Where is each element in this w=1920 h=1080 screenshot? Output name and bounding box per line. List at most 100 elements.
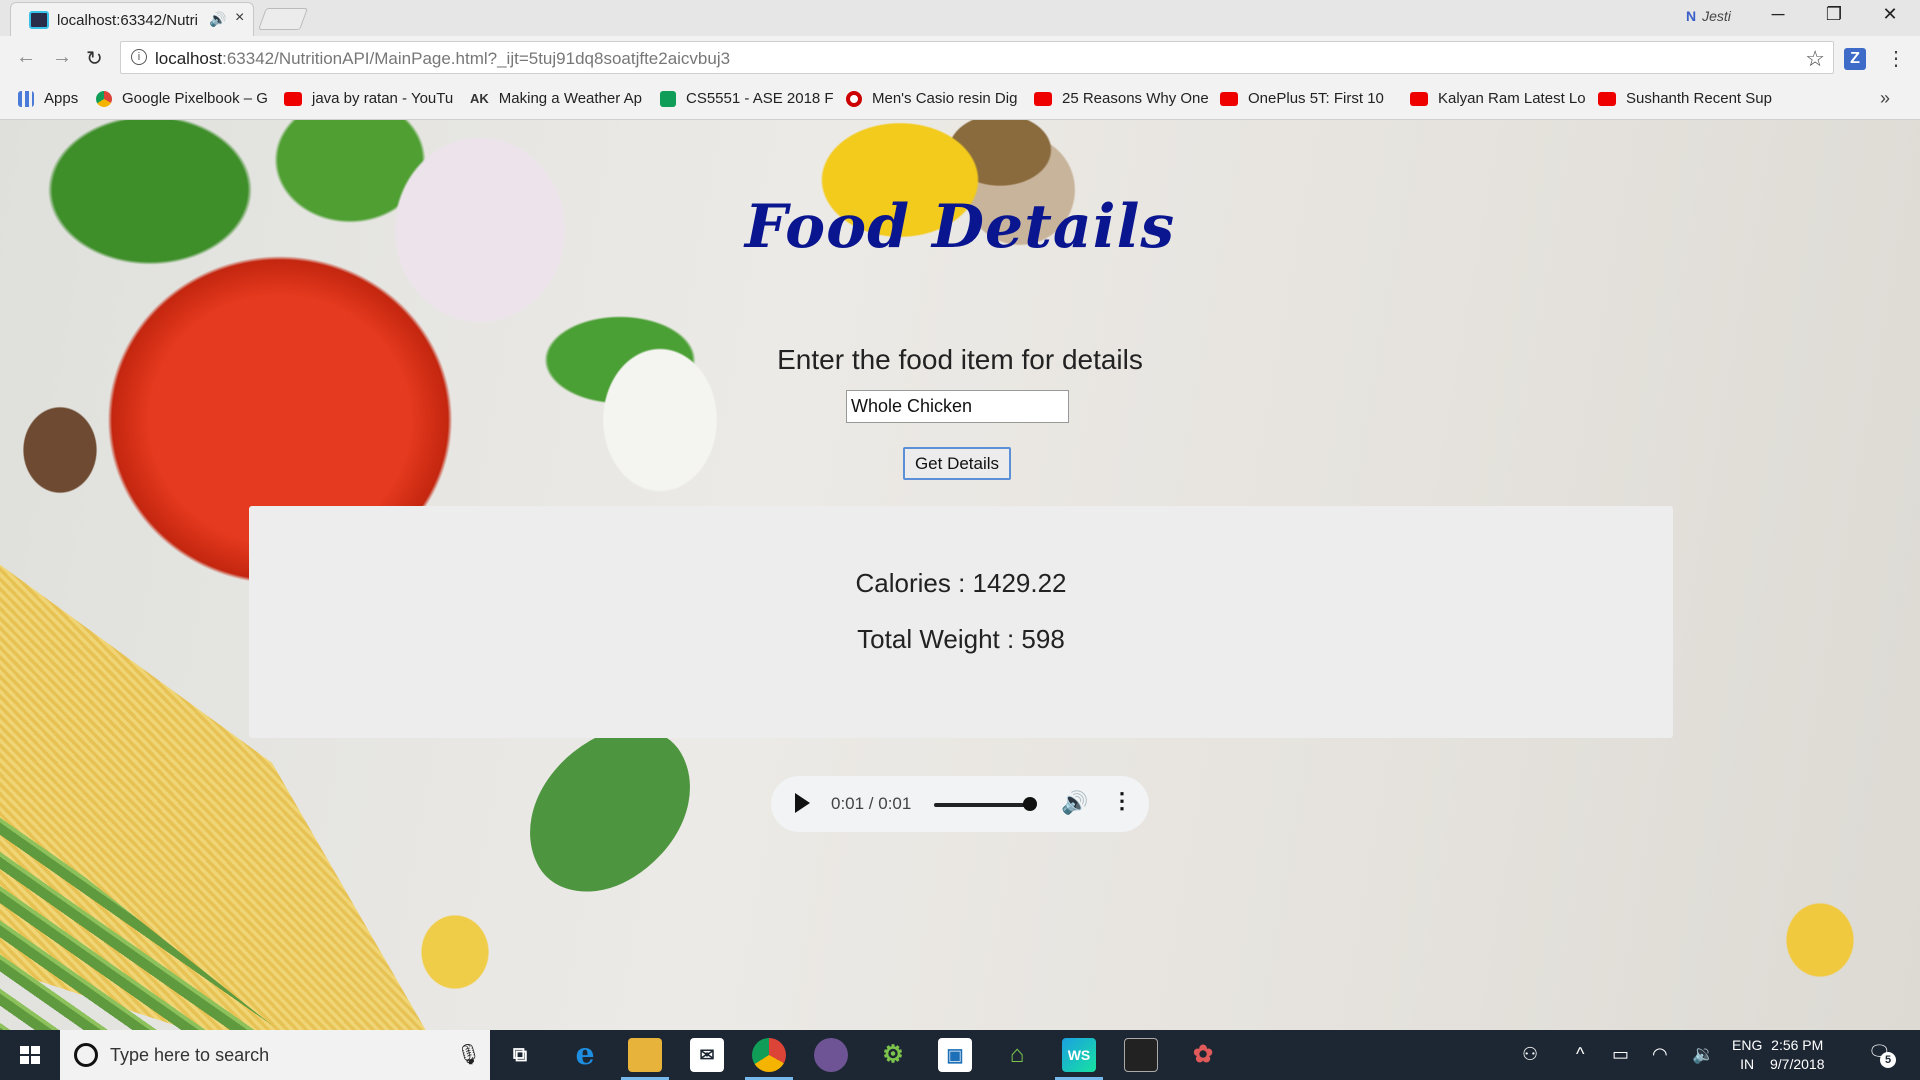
bookmark-item[interactable]: Kalyan Ram Latest Lo [1410,90,1586,107]
bookmark-label: Making a Weather Ap [498,90,642,107]
url-path: :63342/NutritionAPI/MainPage.html?_ijt=5… [222,49,731,68]
bookmark-label: Sushanth Recent Sup [1626,90,1772,107]
food-prompt-label: Enter the food item for details [777,344,1143,375]
windows-taskbar: Type here to search 🎙 ⧉ e ✉ ⚙ ▣ ⌂ WS ✿ ⚇… [0,1030,1920,1080]
volume-tray-icon[interactable]: 🔉 [1692,1044,1714,1065]
language-indicator[interactable]: ENG IN [1732,1036,1762,1074]
page-background: Food Details Enter the food item for det… [0,120,1920,1030]
clock-time: 2:56 PM [1771,1037,1824,1053]
close-window-button[interactable]: ✕ [1862,4,1918,25]
reload-icon[interactable]: ↻ [86,46,103,71]
clock-date: 9/7/2018 [1770,1056,1825,1072]
apps-grid-icon [18,90,34,107]
bookmark-item[interactable]: OnePlus 5T: First 10 [1220,90,1384,107]
url-host: localhost [155,49,223,68]
notification-count: 5 [1880,1052,1896,1068]
battery-icon[interactable]: ▭ [1612,1044,1629,1065]
bookmark-label: java by ratan - YouTu [312,90,454,107]
forward-arrow-icon[interactable]: → [52,46,72,69]
audio-progress-track[interactable] [934,803,1030,807]
webstorm-icon[interactable]: WS [1062,1038,1096,1072]
results-panel: Calories : 1429.22 Total Weight : 598 [249,506,1673,738]
bookmark-item[interactable]: Men's Casio resin Dig [846,90,1017,107]
audio-progress-thumb[interactable] [1023,797,1037,811]
profile-button[interactable]: N Jesti [1686,8,1731,24]
bookmark-label: Apps [44,90,79,107]
page-title: Food Details [744,192,1176,262]
maximize-button[interactable]: ❐ [1806,4,1862,25]
github-desktop-icon[interactable] [814,1038,848,1072]
extension-z-icon[interactable]: Z [1844,48,1866,70]
get-details-button[interactable]: Get Details [903,447,1011,480]
browser-titlebar: localhost:63342/Nutri 🔊 × N Jesti ─ ❐ ✕ [0,0,1920,36]
task-view-icon[interactable]: ⧉ [503,1038,537,1072]
play-icon[interactable] [795,793,810,813]
calories-text: Calories : 1429.22 [855,568,1067,598]
profile-name: Jesti [1702,8,1731,24]
minimize-button[interactable]: ─ [1750,4,1806,25]
android-studio-icon[interactable]: ⚙ [876,1038,910,1072]
target-icon [846,90,862,107]
audio-player: 0:01 / 0:01 🔊 ⋮ [771,776,1149,832]
more-options-icon[interactable]: ⋮ [1111,788,1133,814]
intellij-icon[interactable]: ▣ [938,1038,972,1072]
edge-icon[interactable]: e [568,1038,602,1072]
bookmark-item[interactable]: Google Pixelbook – G [96,90,268,107]
clock[interactable]: 2:56 PM 9/7/2018 [1770,1036,1825,1074]
chrome-taskbar-icon[interactable] [752,1038,786,1072]
terminal-icon[interactable] [1124,1038,1158,1072]
action-center-icon[interactable]: 🗨 5 [1868,1042,1896,1068]
bookmark-label: OnePlus 5T: First 10 [1248,90,1384,107]
bookmark-item[interactable]: AK Making a Weather Ap [470,90,642,107]
youtube-icon [1220,91,1238,106]
address-bar[interactable]: i localhost:63342/NutritionAPI/MainPage.… [120,41,1834,74]
mail-icon[interactable]: ✉ [690,1038,724,1072]
chrome-icon [96,90,112,107]
bookmarks-overflow-icon[interactable]: » [1880,88,1890,109]
wifi-icon[interactable]: ◠ [1652,1044,1668,1065]
bookmark-label: 25 Reasons Why One [1062,90,1209,107]
back-arrow-icon[interactable]: ← [16,46,36,69]
total-weight-text: Total Weight : 598 [857,624,1065,654]
browser-tab-active[interactable]: localhost:63342/Nutri 🔊 × [10,2,254,36]
sheets-icon [660,90,676,107]
bookmark-item[interactable]: java by ratan - YouTu [284,90,453,107]
bookmark-item[interactable]: Sushanth Recent Sup [1598,90,1772,107]
bookmark-label: Men's Casio resin Dig [872,90,1018,107]
bookmark-item[interactable]: CS5551 - ASE 2018 F [660,90,834,107]
lang-top: ENG [1732,1037,1763,1053]
lang-bottom: IN [1740,1056,1755,1072]
youtube-icon [284,91,302,106]
bookmark-item[interactable]: 25 Reasons Why One [1034,90,1209,107]
youtube-icon [1410,91,1428,106]
cortana-icon [74,1043,98,1067]
bookmark-apps[interactable]: Apps [18,90,78,107]
tab-close-icon[interactable]: × [235,9,244,27]
bookmark-label: Google Pixelbook – G [122,90,268,107]
search-placeholder: Type here to search [110,1045,270,1065]
volume-icon[interactable]: 🔊 [1061,790,1088,816]
audio-time: 0:01 / 0:01 [831,794,912,813]
chrome-menu-icon[interactable]: ⋮ [1886,46,1906,71]
new-tab-button[interactable] [257,8,309,30]
microphone-icon[interactable]: 🎙 [456,1042,481,1067]
windows-logo-icon [20,1046,40,1064]
android-device-icon[interactable]: ⌂ [1000,1038,1034,1072]
taskbar-search[interactable]: Type here to search 🎙 [60,1030,490,1080]
paint-icon[interactable]: ✿ [1186,1038,1220,1072]
start-button[interactable] [0,1030,60,1080]
ak-logo-icon: AK [470,91,489,106]
food-item-input[interactable] [846,390,1069,423]
bookmark-label: Kalyan Ram Latest Lo [1438,90,1586,107]
speaker-icon[interactable]: 🔊 [209,11,226,28]
bookmark-star-icon[interactable]: ☆ [1805,46,1825,72]
info-icon[interactable]: i [131,49,147,65]
webstorm-favicon-icon [29,11,49,29]
chevron-up-icon[interactable]: ^ [1576,1044,1584,1065]
file-explorer-icon[interactable] [628,1038,662,1072]
youtube-icon [1034,91,1052,106]
tab-title: localhost:63342/Nutri [57,12,198,29]
bookmark-label: CS5551 - ASE 2018 F [686,90,834,107]
people-icon[interactable]: ⚇ [1522,1044,1538,1065]
url-text[interactable]: localhost:63342/NutritionAPI/MainPage.ht… [155,49,730,69]
